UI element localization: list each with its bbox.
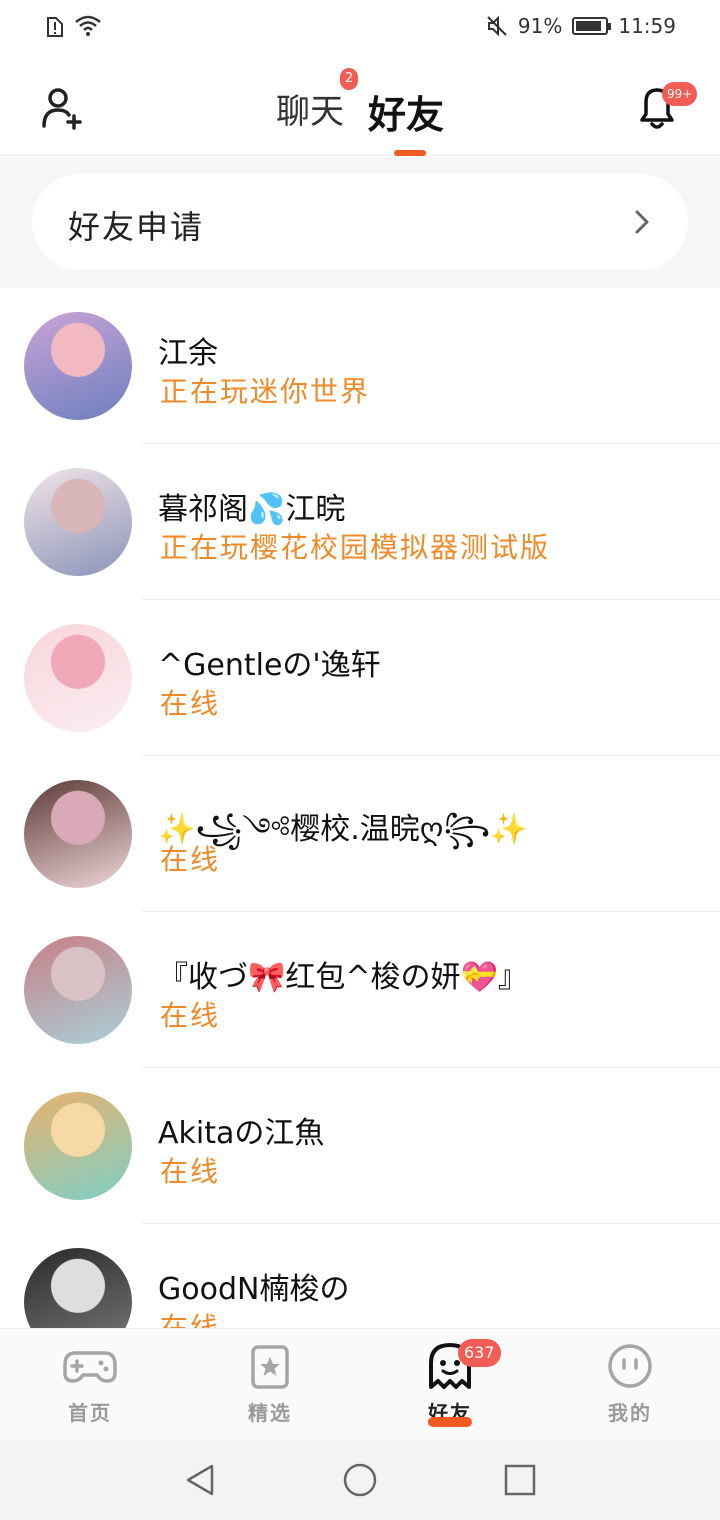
active-tab-indicator [394, 150, 426, 156]
nav-featured-label: 精选 [248, 1401, 292, 1425]
friend-list: 江余 正在玩迷你世界 暮祁阁💦江晥 正在玩樱花校园模拟器测试版 ^Gentleの'逸轩在… [0, 288, 720, 1328]
system-nav-bar [0, 1440, 720, 1520]
nav-me-label: 我的 [608, 1401, 652, 1425]
friend-name: 『收づ🎀红包^梭の妍💝』 [158, 960, 528, 995]
status-left [46, 14, 102, 38]
star-bookmark-icon [251, 1345, 289, 1389]
wifi-icon [75, 15, 101, 36]
top-tabs: 聊天 2 好友 [0, 68, 720, 139]
avatar[interactable] [24, 312, 132, 420]
status-bar: 91% 11:59 [0, 0, 720, 56]
friend-row[interactable]: ^Gentleの'逸轩 在线 [0, 600, 720, 756]
friend-request-button[interactable]: 好友申请 [32, 174, 688, 270]
notification-badge: 99+ [662, 82, 698, 106]
friends-badge: 637 [458, 1339, 501, 1367]
friend-name: ^Gentleの'逸轩 [158, 648, 381, 683]
tab-chat[interactable]: 聊天 2 [275, 68, 358, 139]
app-header: 聊天 2 好友 99+ [0, 56, 720, 156]
friend-status: 在线 [160, 687, 221, 720]
status-right: 91% 11:59 [486, 14, 676, 38]
friend-status: 正在玩樱花校园模拟器测试版 [160, 531, 551, 564]
nav-featured[interactable]: 精选 [210, 1343, 330, 1426]
friend-status: 在线 [160, 999, 221, 1032]
friend-status: 在线 [160, 1155, 221, 1188]
avatar[interactable] [24, 1248, 132, 1328]
chat-unread-badge: 2 [339, 68, 358, 90]
friend-name: 江余 [158, 336, 218, 371]
nav-home[interactable]: 首页 [30, 1343, 150, 1426]
back-icon[interactable] [182, 1462, 218, 1498]
avatar[interactable] [24, 780, 132, 888]
battery-icon [572, 17, 612, 35]
friend-name: GoodN楠梭の [158, 1272, 350, 1307]
avatar[interactable] [24, 624, 132, 732]
tab-chat-label: 聊天 [275, 92, 344, 132]
home-icon[interactable] [342, 1462, 378, 1498]
friend-request-section: 好友申请 [0, 157, 720, 288]
friend-status: 在线 [160, 1311, 221, 1328]
mute-icon [487, 15, 507, 37]
smiley-icon [608, 1344, 652, 1388]
gamepad-icon [63, 1351, 117, 1383]
nav-home-label: 首页 [68, 1401, 112, 1425]
friend-status: 正在玩迷你世界 [160, 375, 371, 408]
friend-row[interactable]: Akitaの江魚 在线 [0, 1068, 720, 1224]
tab-friends-label: 好友 [367, 93, 444, 137]
avatar[interactable] [24, 936, 132, 1044]
battery-fill [576, 21, 602, 31]
friend-row[interactable]: GoodN楠梭の在线 [0, 1224, 720, 1328]
avatar[interactable] [24, 1092, 132, 1200]
bottom-nav: 首页 精选 好友 637 我的 [0, 1328, 720, 1440]
chevron-right-icon [635, 210, 649, 234]
friend-request-label: 好友申请 [68, 208, 205, 246]
friend-name: Akitaの江魚 [158, 1116, 325, 1151]
sim-alert-icon [47, 17, 63, 37]
recents-icon[interactable] [502, 1462, 538, 1498]
battery-percent: 91% [517, 14, 563, 38]
friend-row[interactable]: 暮祁阁💦江晥正在玩樱花校园模拟器测试版 [0, 444, 720, 600]
clock: 11:59 [618, 14, 676, 38]
friend-name: 暮祁阁💦江晥 [158, 492, 346, 527]
friend-row[interactable]: ✨꧁༺樱校.温晥ღ꧂✨ 在线 [0, 756, 720, 912]
friend-status: 在线 [160, 843, 221, 876]
avatar[interactable] [24, 468, 132, 576]
nav-active-indicator [428, 1417, 472, 1427]
friend-row[interactable]: 『收づ🎀红包^梭の妍💝』 在线 [0, 912, 720, 1068]
nav-me[interactable]: 我的 [570, 1343, 690, 1426]
friend-row[interactable]: 江余 正在玩迷你世界 [0, 288, 720, 444]
tab-friends[interactable]: 好友 [368, 84, 444, 139]
